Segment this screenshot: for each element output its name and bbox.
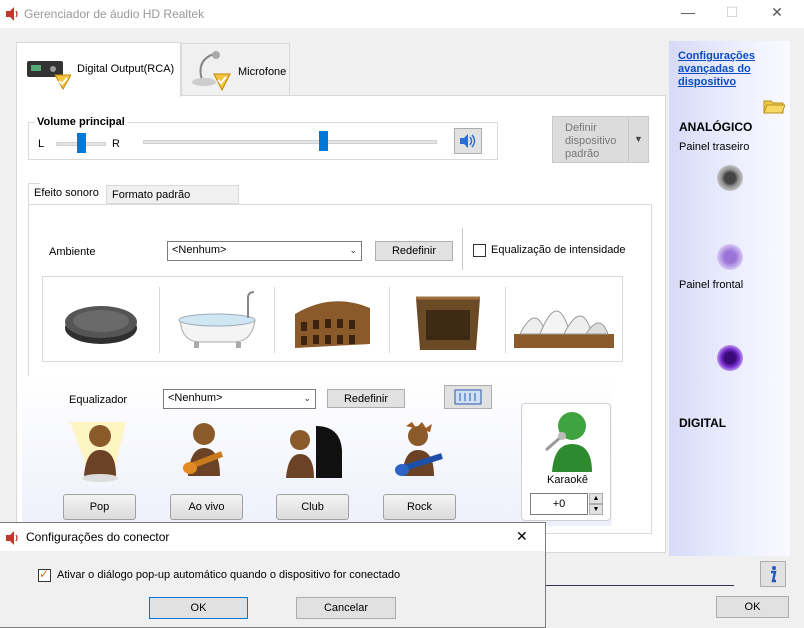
equalizer-value: <Nenhum> <box>168 392 223 404</box>
equalizer-reset-button[interactable]: Redefinir <box>327 389 405 408</box>
env-preset-stone-disc[interactable] <box>44 278 159 362</box>
volume-track <box>143 140 437 144</box>
digital-title: DIGITAL <box>679 416 727 430</box>
set-default-label: Definir dispositivo padrão <box>565 122 617 160</box>
preset-ao-vivo-button[interactable]: Ao vivo <box>170 494 243 520</box>
karaoke-value-field[interactable]: +0 <box>530 493 588 515</box>
digital-output-icon <box>25 55 72 94</box>
rear-panel-label: Painel traseiro <box>679 141 750 153</box>
popup-checkbox[interactable]: ✓ <box>38 567 51 582</box>
preset-rock-button[interactable]: Rock <box>383 494 456 520</box>
balance-left-label: L <box>38 138 45 150</box>
divider <box>462 228 463 270</box>
dialog-title-bar: Configurações do conector ✕ <box>0 523 545 551</box>
equalizer-label: Equalizador <box>69 394 128 406</box>
env-preset-opera-house[interactable] <box>506 278 621 362</box>
checkmark-icon: ✓ <box>39 567 50 581</box>
rock-guitarist-icon <box>386 420 456 484</box>
microphone-icon <box>190 50 234 95</box>
dialog-title: Configurações do conector <box>26 530 170 544</box>
chevron-down-icon: ⌄ <box>303 393 311 403</box>
tab-microfone[interactable]: Microfone <box>181 43 290 95</box>
volume-slider[interactable] <box>319 131 328 151</box>
karaoke-value: +0 <box>552 498 566 510</box>
front-jack-1[interactable] <box>717 244 743 270</box>
graphic-eq-icon <box>454 389 482 408</box>
graphic-eq-button[interactable] <box>444 385 492 409</box>
window-title: Gerenciador de áudio HD Realtek <box>24 7 205 21</box>
dialog-cancel-button[interactable]: Cancelar <box>296 597 396 619</box>
env-preset-bathtub[interactable] <box>160 278 275 362</box>
info-button[interactable] <box>760 561 786 587</box>
env-preset-wooden-room[interactable] <box>390 278 505 362</box>
karaoke-stepper-up[interactable]: ▲ <box>589 493 603 504</box>
loudness-checkbox[interactable] <box>473 244 486 257</box>
close-button[interactable]: ✕ <box>762 4 792 24</box>
environment-label: Ambiente <box>49 246 96 258</box>
set-default-dropdown[interactable]: ▼ <box>628 117 648 162</box>
pop-singer-icon <box>66 420 136 484</box>
preset-pop-button[interactable]: Pop <box>63 494 136 520</box>
live-guitarist-icon <box>172 420 242 484</box>
opera-house-icon <box>506 310 621 365</box>
minimize-button[interactable]: — <box>673 4 703 24</box>
maximize-button[interactable]: ☐ <box>717 4 747 24</box>
loudness-label: Equalização de intensidade <box>491 244 626 256</box>
advanced-settings-link[interactable]: Configurações avançadas do dispositivo <box>678 50 768 89</box>
main-ok-button[interactable]: OK <box>716 596 789 618</box>
dialog-close-button[interactable]: ✕ <box>516 528 528 545</box>
connector-settings-dialog: Configurações do conector ✕ ✓ Ativar o d… <box>0 522 546 628</box>
dialog-speaker-icon <box>5 530 21 549</box>
tab-digital-output[interactable]: Digital Output(RCA) <box>16 42 181 97</box>
wooden-room-icon <box>390 296 505 365</box>
front-jack-2[interactable] <box>717 345 743 371</box>
environment-reset-button[interactable]: Redefinir <box>375 241 453 261</box>
app-speaker-icon <box>5 6 21 25</box>
volume-title: Volume principal <box>35 116 127 128</box>
info-icon <box>765 566 781 586</box>
preset-club-button[interactable]: Club <box>276 494 349 520</box>
env-preset-colosseum[interactable] <box>275 278 390 362</box>
folder-icon[interactable] <box>763 97 786 118</box>
environment-presets <box>42 276 623 362</box>
bathtub-icon <box>160 291 275 365</box>
rear-jack[interactable] <box>717 165 743 191</box>
analog-title: ANALÓGICO <box>679 120 753 134</box>
speaker-icon <box>459 134 477 152</box>
bottom-line <box>546 585 734 586</box>
karaoke-box: Karaokê +0 ▲ ▼ <box>521 403 611 521</box>
colosseum-icon <box>275 301 390 365</box>
set-default-button[interactable]: Definir dispositivo padrão ▼ <box>552 116 649 163</box>
tab-microfone-label: Microfone <box>238 66 287 78</box>
balance-right-label: R <box>112 138 120 150</box>
tab-efeito-sonoro-label[interactable]: Efeito sonoro <box>29 184 104 204</box>
popup-checkbox-label: Ativar o diálogo pop-up automático quand… <box>57 569 401 581</box>
equalizer-select[interactable]: <Nenhum> ⌄ <box>163 389 316 409</box>
chevron-down-icon: ⌄ <box>349 245 357 255</box>
environment-select[interactable]: <Nenhum> ⌄ <box>167 241 362 261</box>
balance-slider[interactable] <box>77 133 86 153</box>
karaoke-stepper-down[interactable]: ▼ <box>589 504 603 515</box>
front-panel-label: Painel frontal <box>679 279 744 291</box>
environment-value: <Nenhum> <box>172 244 227 256</box>
connector-panel <box>669 41 790 556</box>
karaoke-singer-icon[interactable] <box>538 406 596 475</box>
mute-button[interactable] <box>454 128 482 154</box>
karaoke-label: Karaokê <box>547 474 588 486</box>
title-bar: Gerenciador de áudio HD Realtek — ☐ ✕ <box>0 0 804 28</box>
tab-digital-output-label: Digital Output(RCA) <box>77 63 175 75</box>
dialog-ok-button[interactable]: OK <box>149 597 248 619</box>
stone-disc-icon <box>44 306 159 365</box>
club-pianist-icon <box>280 420 350 484</box>
tab-formato-padrao[interactable]: Formato padrão <box>106 185 239 204</box>
